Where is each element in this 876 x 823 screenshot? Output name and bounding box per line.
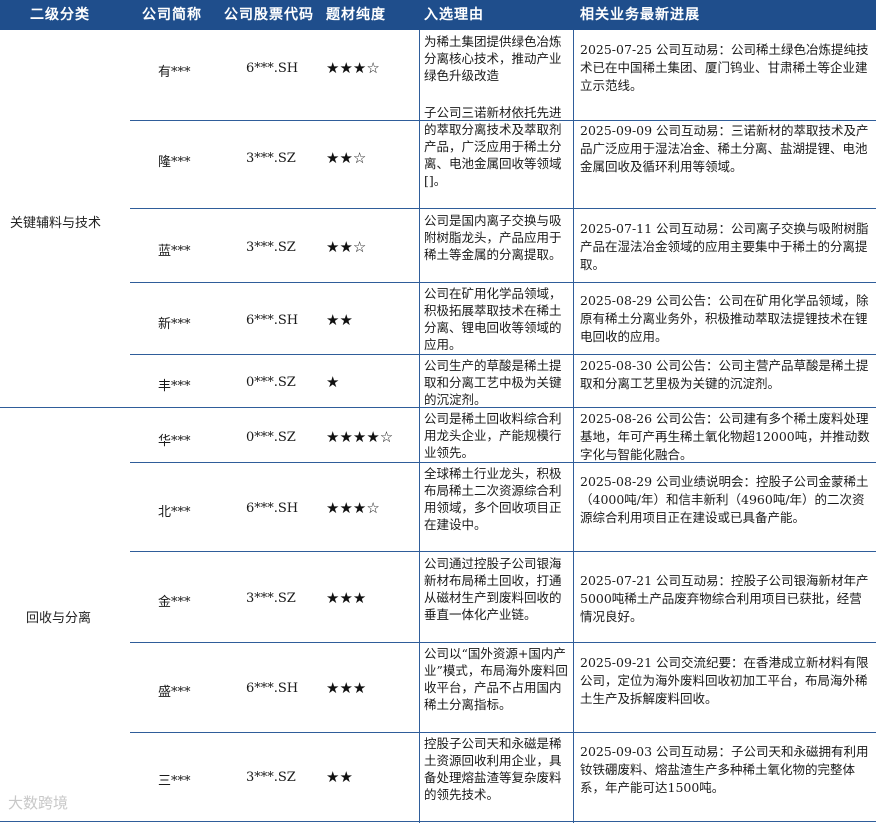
latest-progress: 2025-07-11 公司互动易：公司离子交换与吸附树脂产品在湿法冶金领域的应用… (580, 221, 869, 272)
header-code: 公司股票代码 (224, 7, 314, 23)
header-progress: 相关业务最新进展 (580, 7, 700, 23)
latest-progress: 2025-08-29 公司公告：公司在矿用化学品领域，除原有稀土分离业务外，积极… (580, 293, 869, 344)
company-name: 盛*** (158, 685, 191, 700)
stock-code: 6***.SH (246, 501, 299, 516)
header-company: 公司简称 (142, 7, 202, 23)
watermark-logo: 大数跨境 (8, 794, 69, 812)
stock-code: 0***.SZ (246, 430, 296, 445)
purity-stars: ★★☆ (326, 238, 367, 256)
stock-code: 3***.SZ (246, 770, 296, 785)
company-name: 丰*** (158, 379, 191, 394)
latest-progress: 2025-08-26 公司公告：公司建有多个稀土废料处理基地，年可产再生稀土氧化… (580, 411, 870, 461)
stock-code: 0***.SZ (246, 375, 296, 390)
row-divider (130, 208, 876, 209)
selection-reason: 公司通过控股子公司银海新材布局稀土回收，打通从磁材生产到废料回收的垂直一体化产业… (424, 556, 562, 622)
row-divider (130, 642, 876, 643)
purity-stars: ★★★★☆ (326, 428, 394, 446)
stock-code: 3***.SZ (246, 591, 296, 606)
purity-stars: ★★★ (326, 679, 367, 697)
company-name: 蓝*** (158, 244, 191, 259)
header-category: 二级分类 (30, 7, 90, 23)
selection-reason: 公司是稀土回收料综合利用龙头企业，产能规模行业领先。 (424, 411, 562, 460)
company-name: 隆*** (158, 155, 191, 170)
selection-reason: 公司以“国外资源+国内产业”模式，布局海外废料回收平台，产品不占用国内稀土分离指… (424, 646, 568, 712)
row-divider (130, 282, 876, 283)
row-divider (130, 354, 876, 355)
column-divider (419, 30, 420, 823)
category-label: 回收与分离 (26, 611, 92, 626)
latest-progress: 2025-08-29 公司业绩说明会：控股子公司金蒙稀土（4000吨/年）和信丰… (580, 474, 869, 525)
selection-reason: 控股子公司天和永磁是稀土资源回收利用企业，具备处理熔盐渣等复杂废料的领先技术。 (424, 736, 562, 802)
purity-stars: ★★ (326, 768, 353, 786)
row-divider (130, 732, 876, 733)
company-name: 新*** (158, 317, 191, 332)
selection-reason: 公司是国内离子交换与吸附树脂龙头，产品应用于稀土等金属的分离提取。 (424, 213, 562, 262)
stock-code: 3***.SZ (246, 151, 296, 166)
company-name: 金*** (158, 595, 191, 610)
header-purity: 题材纯度 (326, 7, 386, 23)
company-name: 华*** (158, 434, 191, 449)
stock-code: 6***.SH (246, 61, 299, 76)
company-name: 三*** (158, 774, 191, 789)
latest-progress: 2025-09-21 公司交流纪要：在香港成立新材料有限公司，定位为海外废料回收… (580, 655, 869, 706)
latest-progress: 2025-09-09 公司互动易：三诺新材的萃取技术及产品广泛应用于湿法冶金、稀… (580, 123, 869, 174)
purity-stars: ★★☆ (326, 149, 367, 167)
stock-code: 6***.SH (246, 313, 299, 328)
latest-progress: 2025-07-21 公司互动易：控股子公司银海新材年产5000吨稀土产品废弃物… (580, 573, 869, 624)
row-divider (130, 462, 876, 463)
latest-progress: 2025-08-30 公司公告：公司主营产品草酸是稀土提取和分离工艺里极为关键的… (580, 358, 869, 391)
latest-progress: 2025-07-25 公司互动易：公司稀土绿色冶炼提纯技术已在中国稀土集团、厦门… (580, 42, 869, 93)
company-name: 北*** (158, 505, 191, 520)
category-divider (0, 407, 876, 408)
latest-progress: 2025-09-03 公司互动易：子公司天和永磁拥有利用钕铁硼废料、熔盐渣生产多… (580, 744, 869, 795)
stock-code: 3***.SZ (246, 240, 296, 255)
category-label: 关键辅料与技术 (10, 216, 102, 231)
selection-reason: 公司生产的草酸是稀土提取和分离工艺中极为关键的沉淀剂。 (424, 358, 562, 407)
row-divider (130, 551, 876, 552)
selection-reason: 公司在矿用化学品领域，积极拓展萃取技术在稀土分离、锂电回收等领域的应用。 (424, 286, 562, 352)
purity-stars: ★★★☆ (326, 499, 380, 517)
purity-stars: ★★ (326, 311, 353, 329)
purity-stars: ★★★☆ (326, 59, 380, 77)
table-bottom-border (0, 821, 876, 822)
selection-reason: 子公司三诺新材依托先进的萃取分离技术及萃取剂产品，广泛应用于稀土分离、电池金属回… (424, 105, 562, 188)
selection-reason: 全球稀土行业龙头，积极布局稀土二次资源综合利用领域，多个回收项目正在建设中。 (424, 466, 562, 532)
column-divider (573, 30, 574, 823)
header-reason: 入选理由 (424, 7, 484, 23)
purity-stars: ★ (326, 373, 340, 391)
purity-stars: ★★★ (326, 589, 367, 607)
stock-code: 6***.SH (246, 681, 299, 696)
company-name: 有*** (158, 65, 191, 80)
